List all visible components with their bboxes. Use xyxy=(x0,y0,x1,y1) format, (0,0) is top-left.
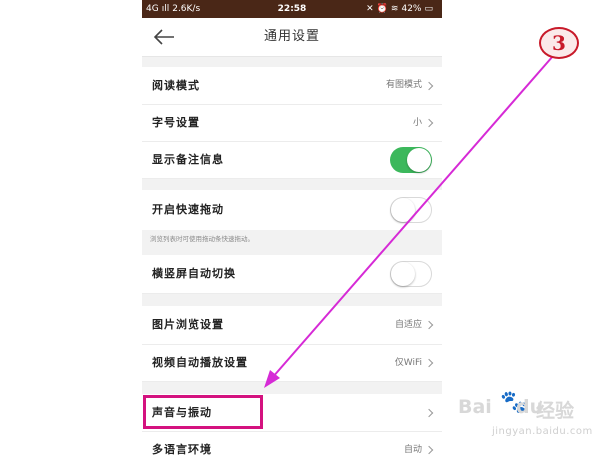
watermark-brand-en: Bai xyxy=(458,396,492,418)
step-number-badge: 3 xyxy=(539,27,579,59)
baidu-watermark: Bai 🐾 du 经验 jingyan.baidu.com xyxy=(458,388,598,448)
watermark-url: jingyan.baidu.com xyxy=(492,426,593,437)
watermark-brand-cn: 经验 xyxy=(536,400,575,422)
